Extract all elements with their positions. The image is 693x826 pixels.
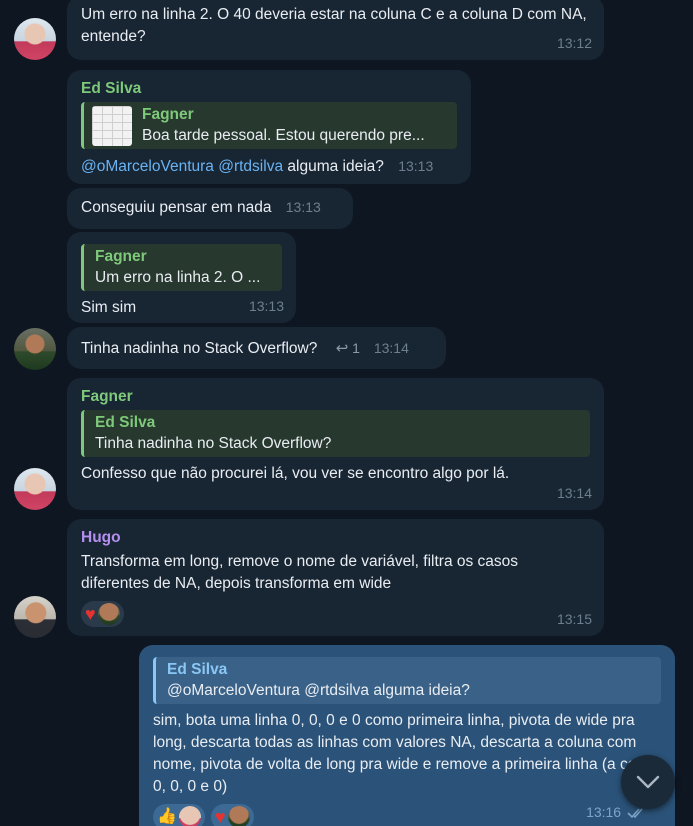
reactions-bar: ♥ (81, 601, 590, 627)
reply-quote[interactable]: Ed Silva @oMarceloVentura @rtdsilva algu… (153, 657, 661, 704)
reply-quote[interactable]: Ed Silva Tinha nadinha no Stack Overflow… (81, 410, 590, 457)
message-bubble[interactable]: Tinha nadinha no Stack Overflow? ↩ 1 13:… (67, 327, 446, 369)
reply-sender: Fagner (142, 106, 194, 123)
message-bubble-outgoing[interactable]: Ed Silva @oMarceloVentura @rtdsilva algu… (139, 645, 675, 826)
message-time: 13:13 (248, 298, 284, 314)
sender-name[interactable]: Fagner (81, 386, 590, 408)
message-text: Transforma em long, remove o nome de var… (81, 553, 519, 592)
reply-sender: Fagner (95, 248, 147, 265)
reply-quote[interactable]: Fagner Boa tarde pessoal. Estou querendo… (81, 102, 457, 149)
avatar-hugo[interactable] (14, 596, 56, 638)
mention-link[interactable]: @oMarceloVentura (81, 158, 214, 175)
reaction-thumbs-up[interactable]: 👍 (153, 804, 205, 826)
reaction-heart[interactable]: ♥ (210, 804, 254, 826)
message-body: alguma ideia? (287, 158, 384, 175)
heart-icon: ♥ (214, 807, 226, 826)
reactions-bar: 👍 ♥ (153, 804, 661, 826)
message-text: @oMarceloVentura @rtdsilva alguma ideia?… (81, 155, 457, 178)
message-text: Tinha nadinha no Stack Overflow? ↩ 1 13:… (81, 335, 432, 360)
message-time: 13:14 (373, 340, 409, 356)
reactor-avatar (227, 806, 250, 826)
reaction-heart[interactable]: ♥ (81, 601, 124, 627)
reactor-avatar (97, 603, 120, 625)
mention-link[interactable]: @rtdsilva (218, 158, 283, 175)
chevron-down-icon (636, 775, 660, 789)
scroll-down-button[interactable] (621, 755, 675, 809)
chat-area: Um erro na linha 2. O 40 deveria estar n… (0, 0, 693, 826)
sender-name[interactable]: Hugo (81, 527, 590, 549)
reply-text: @oMarceloVentura @rtdsilva alguma ideia? (167, 682, 470, 699)
message-time: 13:13 (285, 199, 321, 215)
avatar-fagner[interactable] (14, 18, 56, 60)
double-check-icon (627, 808, 643, 819)
reply-arrow-icon: ↩ (335, 340, 349, 357)
message-time: 13:12 (556, 35, 592, 51)
avatar-ed-silva[interactable] (14, 328, 56, 370)
reply-sender: Ed Silva (167, 661, 228, 678)
message-bubble[interactable]: Um erro na linha 2. O 40 deveria estar n… (67, 0, 604, 60)
heart-icon: ♥ (85, 604, 96, 624)
reply-sender: Ed Silva (95, 414, 156, 431)
message-bubble[interactable]: Hugo Transforma em long, remove o nome d… (67, 519, 604, 636)
message-time: 13:15 (556, 611, 592, 627)
message-time: 13:14 (556, 485, 592, 501)
sender-name[interactable]: Ed Silva (81, 78, 457, 100)
message-body: Conseguiu pensar em nada (81, 199, 272, 216)
replies-counter[interactable]: ↩ 1 (335, 340, 364, 357)
reply-text: Tinha nadinha no Stack Overflow? (95, 435, 332, 452)
reply-text: Um erro na linha 2. O ... (95, 269, 261, 286)
message-time: 13:13 (398, 158, 434, 174)
avatar-fagner[interactable] (14, 468, 56, 510)
reactor-avatar (178, 806, 201, 826)
message-body: Tinha nadinha no Stack Overflow? (81, 340, 318, 357)
reply-text: Boa tarde pessoal. Estou querendo pre... (142, 127, 425, 144)
message-text: Confesso que não procurei lá, vou ver se… (81, 465, 510, 482)
reply-quote[interactable]: Fagner Um erro na linha 2. O ... (81, 244, 282, 291)
message-time-label: 13:16 (586, 804, 622, 820)
message-text: Um erro na linha 2. O 40 deveria estar n… (81, 6, 587, 45)
reply-count: 1 (352, 340, 360, 356)
message-bubble[interactable]: Conseguiu pensar em nada 13:13 (67, 188, 353, 229)
message-bubble[interactable]: Fagner Ed Silva Tinha nadinha no Stack O… (67, 378, 604, 510)
message-text: sim, bota uma linha 0, 0, 0 e 0 como pri… (153, 712, 650, 795)
message-bubble[interactable]: Ed Silva Fagner Boa tarde pessoal. Estou… (67, 70, 471, 184)
message-text: Conseguiu pensar em nada 13:13 (81, 196, 339, 219)
spreadsheet-thumbnail (92, 106, 132, 146)
thumbs-up-icon: 👍 (157, 808, 177, 825)
message-bubble[interactable]: Fagner Um erro na linha 2. O ... Sim sim… (67, 232, 296, 323)
